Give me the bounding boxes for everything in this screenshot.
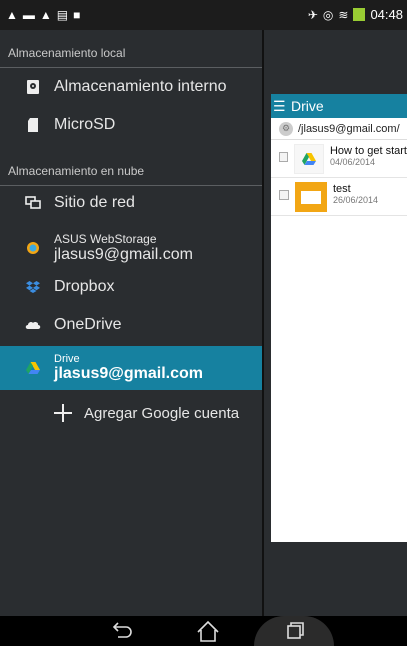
asus-webstorage-icon [22,241,44,255]
google-drive-doc-thumbnail [294,144,324,174]
message-icon: ▬ [22,8,35,22]
google-drive-icon [22,362,44,374]
network-icon [22,196,44,210]
warning-icon: ▲ [6,8,18,22]
drawer-item-subtitle: jlasus9@gmail.com [54,365,203,382]
onedrive-icon [22,320,44,330]
drawer-item-label: MicroSD [54,116,116,133]
alarm-icon: ◎ [322,7,334,22]
local-storage-header: Almacenamiento local [0,38,262,68]
file-name: How to get start [329,145,407,157]
system-icons: ✈ ◎ ≋ 04:48 [308,7,403,22]
wifi-icon: ≋ [338,7,349,22]
recent-apps-icon[interactable] [284,620,304,645]
plus-icon [52,404,74,422]
file-date: 26/06/2014 [333,195,379,205]
status-bar: ▲ ▬ ▲ ▤ ■ ✈ ◎ ≋ 04:48 [0,0,407,30]
add-google-account-button[interactable]: Agregar Google cuenta [0,394,262,432]
file-checkbox[interactable] [279,152,289,162]
drawer-item-label: Sitio de red [54,194,135,211]
status-time: 04:48 [370,7,403,22]
drawer-item-title: Drive [54,353,80,365]
drive-toolbar: ☰ Drive [271,94,407,118]
drive-title: Drive [291,98,324,114]
path-icon: ⚙ [279,121,293,136]
home-icon[interactable] [196,620,220,646]
cloud-storage-header: Almacenamiento en nube [0,156,262,186]
back-icon[interactable] [112,620,134,645]
drawer-item-label: Dropbox [54,278,115,295]
file-name: test [333,183,351,195]
drawer-item-title: ASUS WebStorage [54,232,157,246]
path-text: /jlasus9@gmail.com/ [298,122,400,135]
drive-content-panel: ☰ Drive ⚙ /jlasus9@gmail.com/ How to get… [271,94,407,542]
drawer-item-label: OneDrive [54,316,122,333]
navigation-bar [0,616,407,646]
path-breadcrumb[interactable]: ⚙ /jlasus9@gmail.com/ [271,118,407,140]
folder-icon [295,182,327,212]
menu-icon[interactable]: ☰ [273,98,287,115]
drawer-item-drive[interactable]: Drive jlasus9@gmail.com [0,346,262,390]
sd-card-icon [22,117,44,133]
file-date: 04/06/2014 [329,157,375,167]
drawer-item-microsd[interactable]: MicroSD [0,106,262,144]
notification-icons: ▲ ▬ ▲ ▤ ■ [6,8,80,22]
file-row[interactable]: test 26/06/2014 [271,178,407,216]
right-header-area [264,30,407,94]
battery-icon [353,8,366,21]
drawer-item-subtitle: jlasus9@gmail.com [54,246,193,263]
drawer-item-asus-webstorage[interactable]: ASUS WebStorage jlasus9@gmail.com [0,226,262,270]
drawer-item-internal-storage[interactable]: Almacenamiento interno [0,68,262,106]
file-checkbox[interactable] [279,190,289,200]
drawer-item-network-site[interactable]: Sitio de red [0,184,262,222]
drawer-item-label: Almacenamiento interno [54,78,227,95]
mute-icon: ✈ [307,7,318,22]
file-row[interactable]: How to get start 04/06/2014 [271,140,407,178]
storage-drawer: Almacenamiento local Almacenamiento inte… [0,30,262,616]
warning-icon-2: ▲ [39,8,52,22]
add-account-label: Agregar Google cuenta [84,404,240,422]
dropbox-icon [22,281,44,293]
drawer-item-dropbox[interactable]: Dropbox [0,268,262,306]
note-icon: ▤ [56,8,69,22]
drawer-item-onedrive[interactable]: OneDrive [0,306,262,344]
file-icon: ■ [73,8,81,22]
internal-storage-icon [22,79,44,95]
